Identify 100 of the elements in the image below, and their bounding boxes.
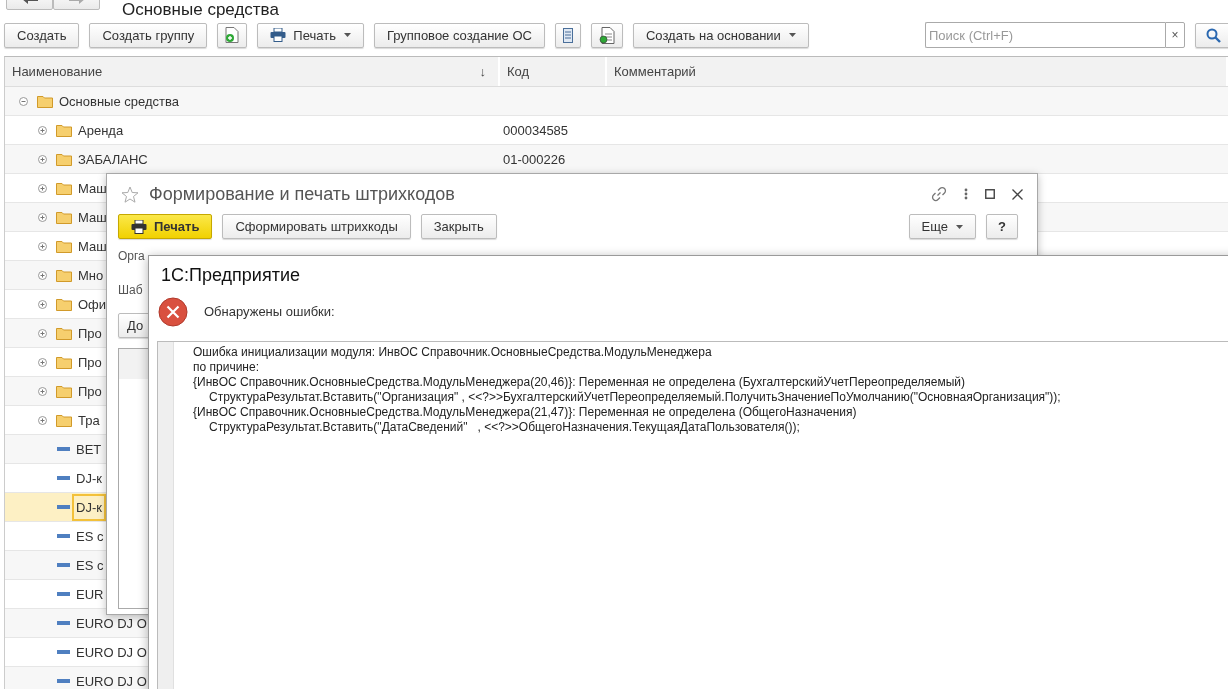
folder-icon	[37, 94, 53, 108]
form-title: Формирование и печать штрихкодов	[149, 183, 455, 205]
expand-icon[interactable]	[38, 183, 47, 193]
folder-icon	[56, 239, 72, 253]
expand-icon[interactable]	[38, 154, 47, 164]
item-icon	[57, 650, 70, 654]
item-icon	[57, 679, 70, 683]
error-line: СтруктураРезультат.Вставить("Организация" , <<?>>БухгалтерскийУчетПереопределяемый.ПолучитьЗначениеПоУмолчанию("ОсновнаяОрганизация"));	[208, 390, 1061, 405]
folder-icon	[56, 384, 72, 398]
folder-icon	[56, 355, 72, 369]
search-icon	[1206, 27, 1221, 43]
folder-icon	[56, 152, 72, 166]
window-title: Основные средства	[122, 0, 279, 20]
clear-button[interactable]: ×	[1165, 22, 1185, 48]
error-icon	[158, 296, 188, 327]
row-name: BET	[75, 440, 103, 459]
row-name: Аренда	[77, 121, 125, 140]
add-document-icon	[225, 27, 240, 43]
error-message: Обнаружены ошибки:	[204, 304, 335, 319]
add-document-button[interactable]	[217, 22, 248, 48]
search-field[interactable]: Поиск (Ctrl+F)	[925, 22, 1165, 48]
printer-icon	[270, 28, 287, 42]
caret-icon	[956, 224, 964, 229]
form-button[interactable]: Сформировать штрихкоды	[222, 214, 411, 239]
row-name: ES с	[75, 556, 105, 575]
form-button[interactable]: Закрыть	[420, 214, 497, 239]
row-name: EURO DJ O	[75, 672, 148, 689]
row-name: Мно	[77, 266, 105, 285]
item-icon	[57, 592, 70, 596]
error-line: СтруктураРезультат.Вставить("ДатаСведений" , <<?>>ОбщегоНазначения.ТекущаяДатаПользователя());	[208, 420, 801, 435]
row-name: Маш	[77, 237, 108, 256]
row-name: Основные средства	[58, 92, 180, 111]
row-code: 000034585	[503, 122, 569, 138]
folder-icon	[56, 181, 72, 195]
row-name: Тра	[77, 411, 101, 430]
expand-icon[interactable]	[38, 125, 47, 135]
row-name: Офи	[77, 295, 108, 314]
error-line: {ИнвОС Справочник.ОсновныеСредства.МодульМенеджера(20,46)}: Переменная не определена (БухгалтерскийУчетПереопределяемый)	[193, 375, 966, 390]
row-name: DJ-к	[75, 469, 103, 488]
expand-icon[interactable]	[38, 386, 47, 396]
toolbar-button[interactable]: Групповое создание ОС	[373, 22, 545, 48]
row-name: ЗАБАЛАНС	[77, 150, 149, 169]
toolbar-button[interactable]: Создать группу	[89, 22, 208, 48]
row-name: EURO DJ O	[75, 643, 148, 662]
item-icon	[57, 505, 70, 509]
expand-icon[interactable]	[38, 299, 47, 309]
collapse-icon[interactable]	[19, 96, 28, 106]
table-row[interactable]: ЗАБАЛАНС 01-000226	[5, 145, 1228, 174]
expand-icon[interactable]	[38, 270, 47, 280]
report-button[interactable]	[590, 22, 623, 48]
folder-icon	[56, 210, 72, 224]
search-button[interactable]	[1195, 22, 1228, 48]
row-name: ES с	[75, 527, 105, 546]
item-icon	[57, 476, 70, 480]
folder-icon	[56, 297, 72, 311]
dialog-title: 1С:Предприятие	[160, 264, 301, 287]
expand-icon[interactable]	[38, 241, 47, 251]
row-code: 01-000226	[503, 151, 566, 167]
row-name: Маш	[77, 179, 108, 198]
printer-icon	[131, 219, 147, 234]
row-name: DJ-к	[72, 493, 106, 521]
print-button[interactable]: Печать	[118, 214, 213, 239]
list-button[interactable]	[554, 22, 581, 48]
list-icon	[562, 27, 573, 43]
folder-icon	[56, 326, 72, 340]
item-icon	[57, 534, 70, 538]
row-name: Про	[77, 353, 103, 372]
row-name: Маш	[77, 208, 108, 227]
field-label: Шаб	[118, 283, 143, 297]
expand-icon[interactable]	[38, 357, 47, 367]
error-line: {ИнвОС Справочник.ОсновныеСредства.МодульМенеджера(21,47)}: Переменная не определена (ОбщегоНазначения)	[193, 405, 858, 420]
link-icon[interactable]	[931, 186, 947, 202]
folder-icon	[56, 268, 72, 282]
folder-icon	[56, 413, 72, 427]
error-line: Ошибка инициализации модуля: ИнвОС Справочник.ОсновныеСредства.МодульМенеджера	[193, 345, 713, 360]
toolbar-button[interactable]: Создать	[4, 22, 80, 48]
field-label: Орга	[118, 249, 145, 263]
help-button[interactable]: ?	[986, 214, 1018, 239]
star-icon[interactable]	[121, 185, 139, 203]
more-button[interactable]: Еще	[908, 214, 977, 239]
more-icon[interactable]	[964, 188, 968, 200]
dropdown-button[interactable]: Создать на основании	[632, 22, 809, 48]
error-line: по причине:	[193, 360, 260, 375]
row-name: EURO DJ O	[75, 614, 148, 633]
expand-icon[interactable]	[38, 328, 47, 338]
row-name: Про	[77, 382, 103, 401]
expand-icon[interactable]	[38, 212, 47, 222]
item-icon	[57, 563, 70, 567]
folder-icon	[56, 123, 72, 137]
expand-icon[interactable]	[38, 415, 47, 425]
report-icon	[598, 26, 615, 44]
caret-icon	[788, 33, 796, 37]
maximize-icon[interactable]	[985, 189, 995, 199]
caret-icon	[343, 33, 351, 37]
print-button[interactable]: Печать	[257, 22, 364, 48]
item-icon	[57, 621, 70, 625]
row-name: Про	[77, 324, 103, 343]
table-row[interactable]: Основные средства	[5, 87, 1228, 116]
close-icon[interactable]	[1012, 188, 1023, 200]
item-icon	[57, 447, 70, 451]
